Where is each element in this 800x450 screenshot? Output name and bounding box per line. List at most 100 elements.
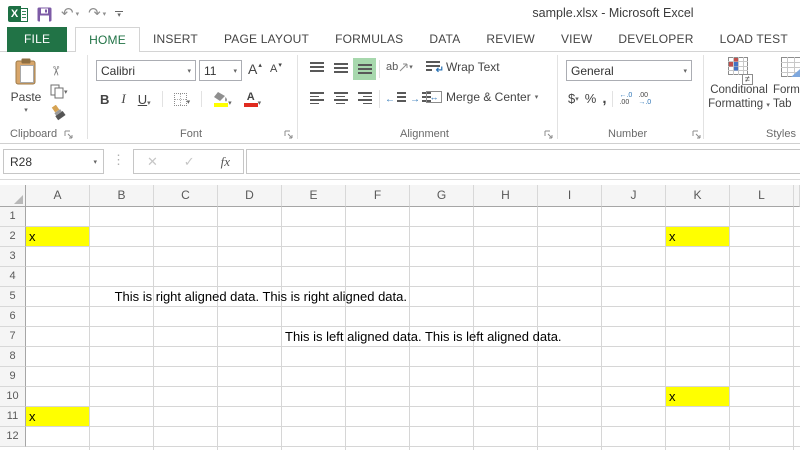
borders-dropdown-icon[interactable]: ▾ [187, 98, 191, 106]
font-name-combo[interactable]: Calibri ▾ [96, 60, 196, 81]
bold-button[interactable]: B [96, 90, 113, 109]
row-header-8[interactable]: 8 [0, 347, 26, 367]
row-header-11[interactable]: 11 [0, 407, 26, 427]
decrease-indent-button[interactable]: ← [385, 92, 406, 106]
italic-button[interactable]: I [117, 89, 129, 109]
paste-button[interactable]: Paste ▾ [6, 58, 46, 136]
undo-button[interactable]: ↶ ▾ [61, 6, 79, 22]
column-header-A[interactable]: A [26, 185, 90, 207]
row-header-2[interactable]: 2 [0, 227, 26, 247]
borders-button[interactable]: ▾ [170, 91, 195, 108]
clipboard-dialog-launcher[interactable] [64, 129, 74, 139]
column-header-I[interactable]: I [538, 185, 602, 207]
fill-color-button[interactable]: ▾ [209, 90, 236, 109]
merge-center-button[interactable]: ↔ Merge & Center ▾ [426, 90, 538, 104]
column-header-G[interactable]: G [410, 185, 474, 207]
wrap-text-button[interactable]: ↵ Wrap Text [426, 60, 500, 74]
tab-home[interactable]: HOME [75, 27, 140, 52]
conditional-formatting-button[interactable]: ≠ Conditional Formatting ▾ [708, 57, 770, 137]
increase-decimal-button[interactable]: ←.0 .00 [619, 92, 632, 106]
font-size-combo[interactable]: 11 ▾ [199, 60, 242, 81]
copy-dropdown-icon[interactable]: ▾ [64, 88, 68, 96]
cut-button[interactable]: ✂ [50, 60, 78, 81]
column-header-H[interactable]: H [474, 185, 538, 207]
formula-bar-grip[interactable]: ⋮ [112, 152, 125, 168]
column-header-D[interactable]: D [218, 185, 282, 207]
formula-input[interactable] [246, 149, 800, 174]
column-header-J[interactable]: J [602, 185, 666, 207]
copy-button[interactable]: ▾ [50, 81, 78, 102]
row-header-9[interactable]: 9 [0, 367, 26, 387]
decrease-decimal-button[interactable]: .00 →.0 [638, 92, 651, 106]
cell-text-K2[interactable]: x [669, 227, 676, 246]
select-all-corner[interactable] [0, 185, 26, 207]
alignment-dialog-launcher[interactable] [544, 129, 554, 139]
tab-developer[interactable]: DEVELOPER [605, 27, 706, 51]
decrease-font-size-button[interactable]: A▾ [270, 63, 282, 75]
column-header-E[interactable]: E [282, 185, 346, 207]
name-box[interactable]: R28 ▾ [3, 149, 104, 174]
tab-data[interactable]: DATA [416, 27, 473, 51]
column-header-K[interactable]: K [666, 185, 730, 207]
orientation-button[interactable]: ab ▾ [386, 61, 413, 73]
align-center-button[interactable] [329, 88, 352, 110]
cell-text-A11[interactable]: x [29, 407, 36, 426]
number-format-combo[interactable]: General ▾ [566, 60, 692, 81]
cancel-icon[interactable]: ✕ [147, 154, 158, 170]
merge-dropdown-icon[interactable]: ▾ [535, 93, 539, 101]
cell-text-A2[interactable]: x [29, 227, 36, 246]
cell-text-K10[interactable]: x [669, 387, 676, 406]
percent-style-button[interactable]: % [585, 91, 597, 106]
fill-color-dropdown-icon[interactable]: ▾ [228, 99, 232, 107]
row-header-12[interactable]: 12 [0, 427, 26, 447]
format-as-table-button[interactable]: Form Tab [773, 57, 800, 137]
font-color-dropdown-icon[interactable]: ▾ [258, 99, 262, 107]
save-icon[interactable] [37, 7, 52, 22]
tab-view[interactable]: VIEW [548, 27, 605, 51]
redo-dropdown-icon[interactable]: ▾ [103, 10, 107, 18]
column-header-B[interactable]: B [90, 185, 154, 207]
tab-insert[interactable]: INSERT [140, 27, 211, 51]
row-header-1[interactable]: 1 [0, 207, 26, 227]
font-color-button[interactable]: A ▾ [240, 90, 266, 109]
cell-text-E7[interactable]: This is left aligned data. This is left … [285, 327, 562, 346]
middle-align-button[interactable] [329, 58, 352, 80]
cells-area[interactable]: x x This is right aligned data. This is ri… [26, 207, 800, 450]
accounting-format-button[interactable]: $ ▾ [568, 91, 579, 106]
column-header-C[interactable]: C [154, 185, 218, 207]
tab-page-layout[interactable]: PAGE LAYOUT [211, 27, 322, 51]
font-dialog-launcher[interactable] [284, 129, 294, 139]
row-header-7[interactable]: 7 [0, 327, 26, 347]
tab-file[interactable]: FILE [7, 27, 67, 52]
comma-style-button[interactable]: , [602, 90, 606, 107]
customize-qat-button[interactable]: ▾ [115, 11, 123, 18]
align-right-button[interactable] [353, 88, 376, 110]
number-dialog-launcher[interactable] [692, 129, 702, 139]
increase-font-size-button[interactable]: A▴ [248, 61, 262, 77]
name-box-dropdown-icon[interactable]: ▾ [93, 158, 97, 166]
undo-dropdown-icon[interactable]: ▾ [76, 10, 80, 18]
format-painter-button[interactable] [50, 102, 78, 123]
top-align-button[interactable] [305, 58, 328, 80]
row-header-4[interactable]: 4 [0, 267, 26, 287]
tab-load-test[interactable]: LOAD TEST [707, 27, 800, 51]
align-left-button[interactable] [305, 88, 328, 110]
currency-dropdown-icon[interactable]: ▾ [575, 95, 579, 103]
row-header-10[interactable]: 10 [0, 387, 26, 407]
row-header-3[interactable]: 3 [0, 247, 26, 267]
row-header-6[interactable]: 6 [0, 307, 26, 327]
orientation-dropdown-icon[interactable]: ▾ [409, 63, 413, 71]
paste-dropdown-icon[interactable]: ▾ [24, 106, 28, 114]
row-header-5[interactable]: 5 [0, 287, 26, 307]
cell-text-F5[interactable]: This is right aligned data. This is righ… [115, 287, 407, 306]
redo-button[interactable]: ↷ ▾ [88, 6, 106, 22]
underline-dropdown-icon[interactable]: ▾ [147, 99, 151, 107]
tab-formulas[interactable]: FORMULAS [322, 27, 416, 51]
column-header-F[interactable]: F [346, 185, 410, 207]
enter-icon[interactable]: ✓ [184, 154, 195, 170]
tab-review[interactable]: REVIEW [473, 27, 548, 51]
column-header-L[interactable]: L [730, 185, 794, 207]
bottom-align-button[interactable] [353, 58, 376, 80]
insert-function-icon[interactable]: fx [221, 154, 230, 170]
underline-button[interactable]: U ▾ [134, 90, 155, 109]
